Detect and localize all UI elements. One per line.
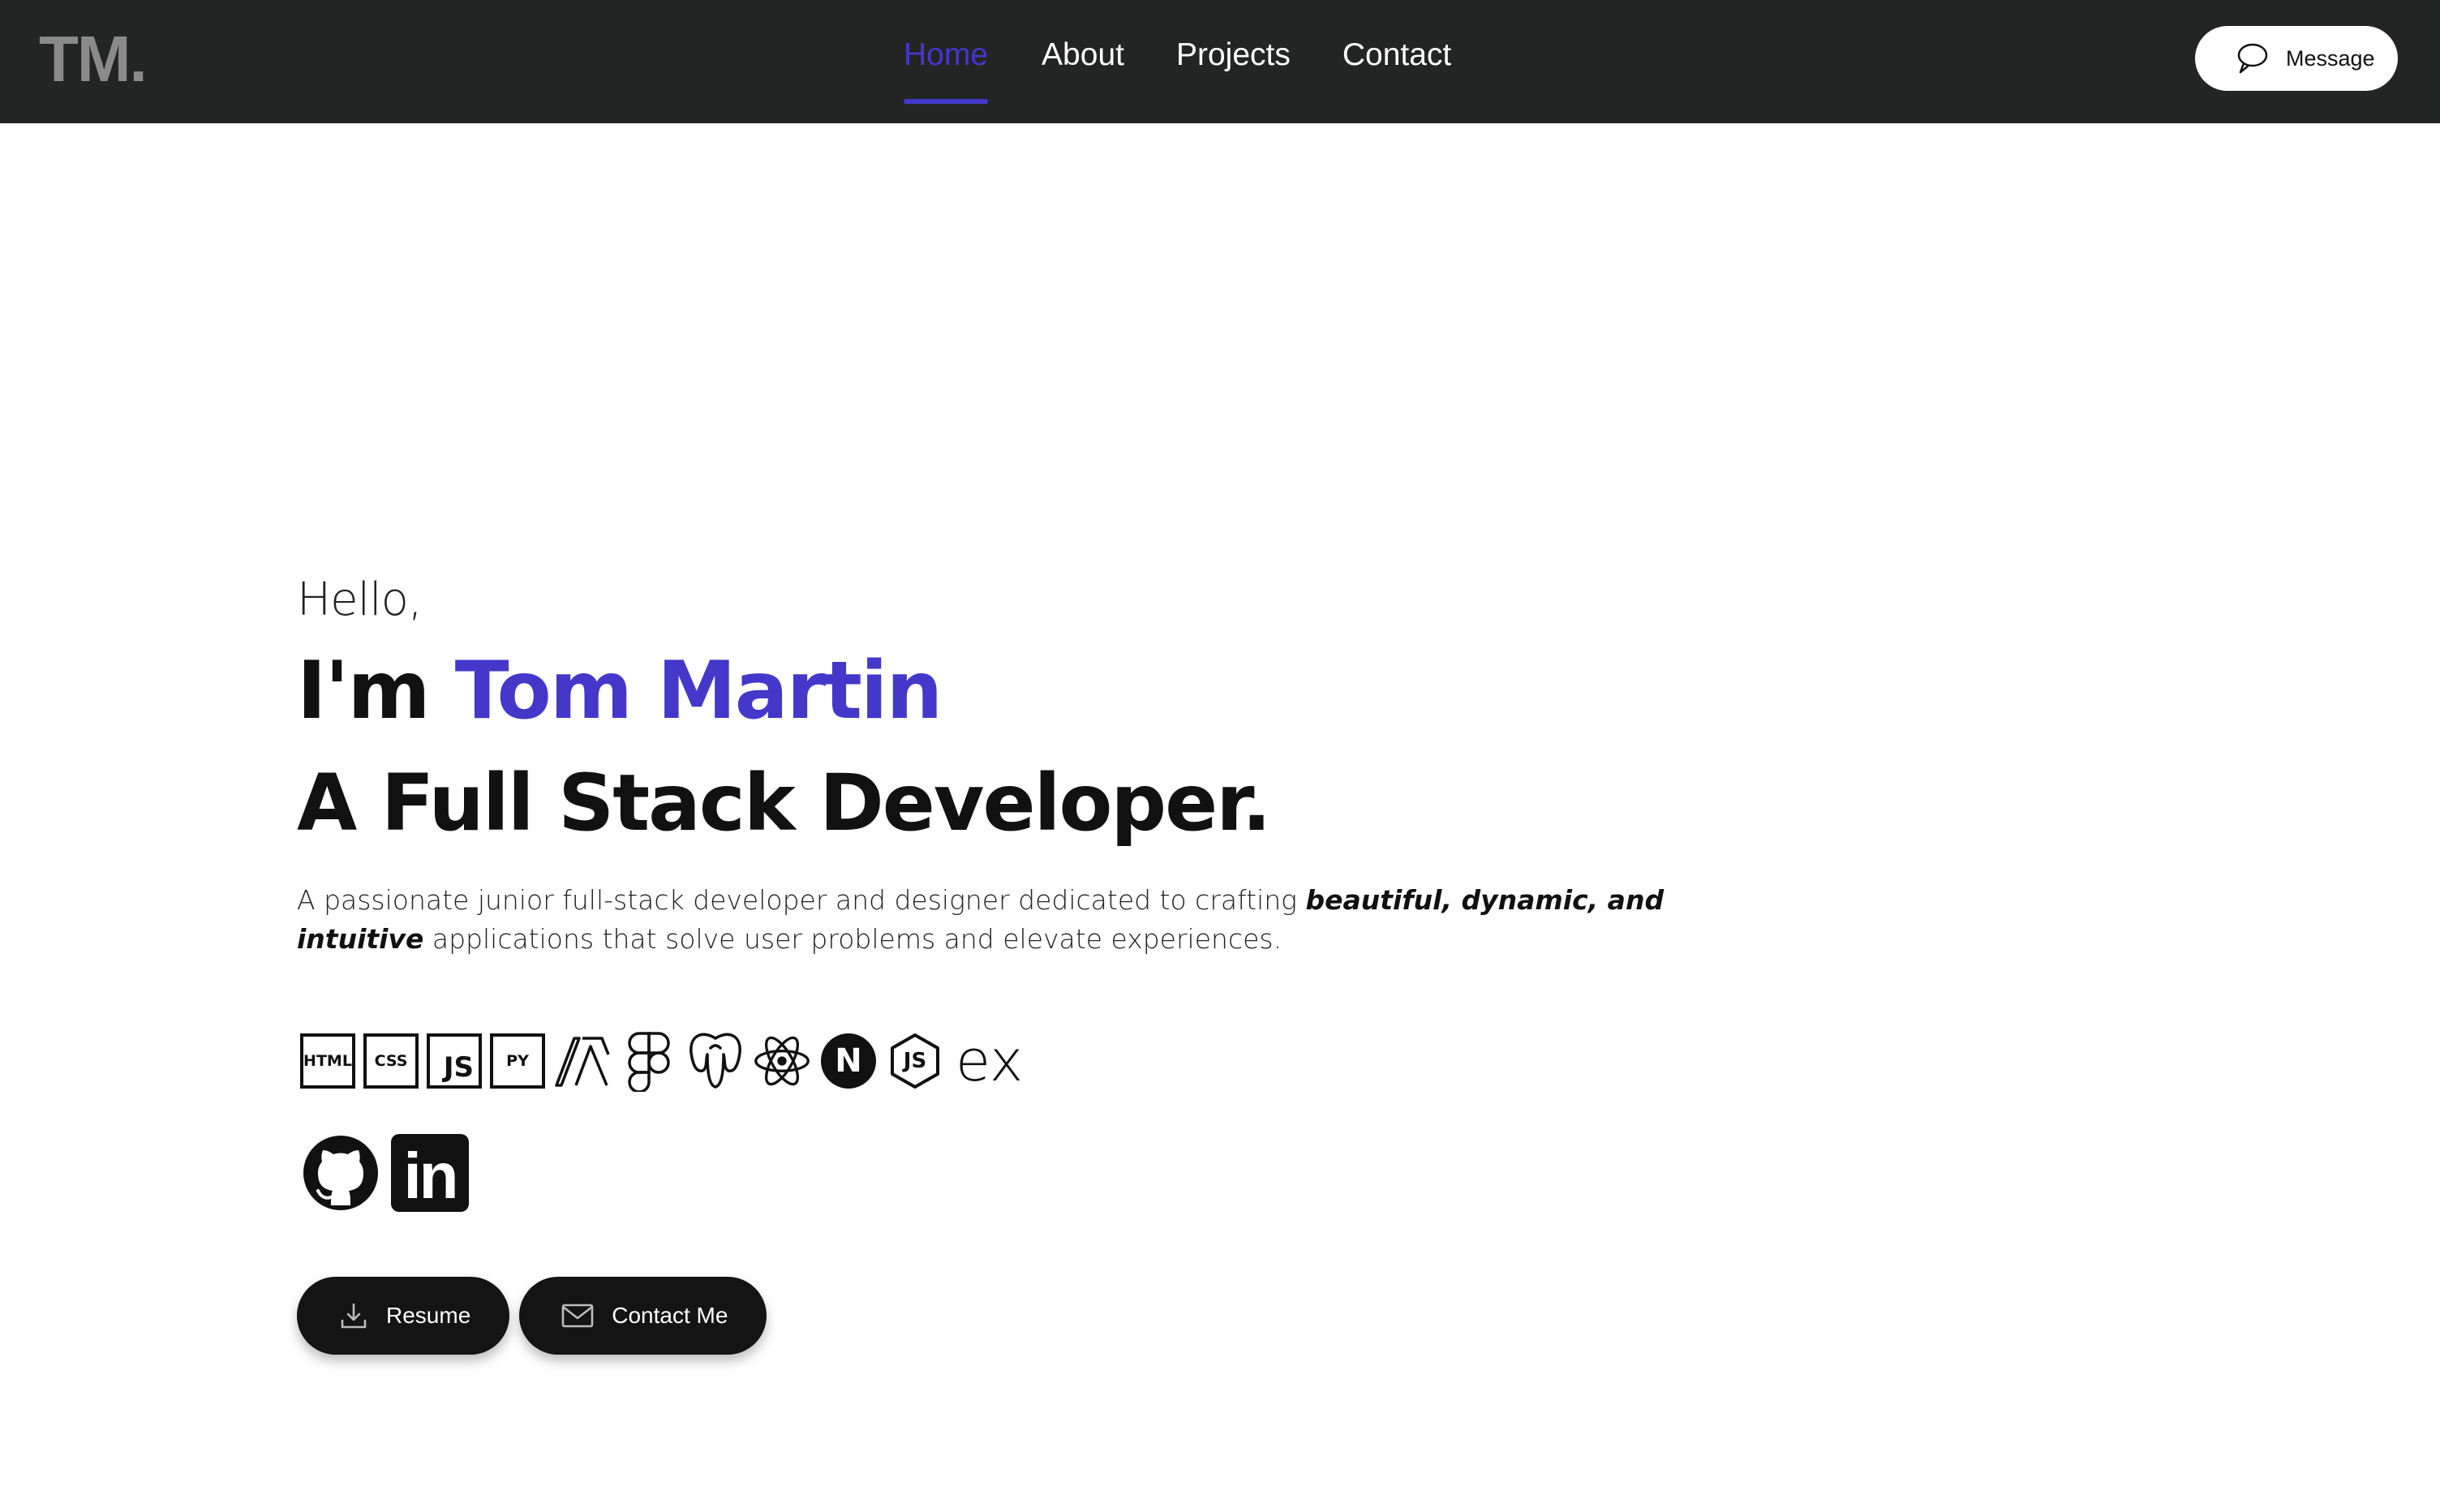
speech-bubble-icon: [2237, 43, 2268, 74]
main-nav: Home About Projects Contact: [904, 31, 1451, 104]
nav-home[interactable]: Home: [904, 31, 989, 104]
description-start: A passionate junior full-stack developer…: [297, 884, 1306, 916]
nodejs-icon: JS: [886, 1032, 944, 1090]
python-icon-text: PY: [506, 1052, 529, 1070]
message-button[interactable]: Message: [2195, 26, 2398, 91]
github-icon[interactable]: [302, 1134, 380, 1212]
intro-prefix: I'm: [297, 645, 455, 737]
download-icon: [341, 1303, 367, 1329]
nav-contact[interactable]: Contact: [1342, 31, 1451, 96]
contact-me-button-label: Contact Me: [612, 1303, 728, 1328]
intro-name: Tom Martin: [454, 645, 943, 737]
greeting-text: Hello,: [297, 573, 423, 626]
css-icon-text: CSS: [374, 1052, 408, 1070]
top-navbar: TM. Home About Projects Contact Message: [0, 0, 2440, 123]
nextjs-icon: N: [819, 1032, 878, 1090]
nodejs-icon-text: JS: [903, 1049, 927, 1073]
angular-icon: [553, 1032, 612, 1090]
react-icon: [753, 1032, 811, 1090]
python-icon: PY: [490, 1033, 545, 1089]
nextjs-icon-text: N: [835, 1042, 862, 1080]
description-end: applications that solve user problems an…: [423, 923, 1282, 955]
postgresql-icon: [686, 1032, 745, 1090]
contact-me-button[interactable]: Contact Me: [519, 1277, 767, 1355]
tech-stack-row: HTML CSS JS PY N JS ex: [300, 1028, 1024, 1094]
javascript-icon: JS: [427, 1033, 482, 1089]
intro-heading: I'm Tom Martin: [297, 644, 1757, 738]
cta-buttons: Resume Contact Me: [297, 1277, 767, 1355]
resume-button[interactable]: Resume: [297, 1277, 510, 1355]
nav-projects[interactable]: Projects: [1176, 31, 1291, 96]
javascript-icon-text: JS: [443, 1051, 474, 1084]
role-heading: A Full Stack Developer.: [297, 758, 1271, 848]
linkedin-icon-text: in: [403, 1140, 458, 1212]
mail-icon: [561, 1304, 594, 1328]
linkedin-icon[interactable]: in: [391, 1134, 469, 1212]
html-icon-text: HTML: [303, 1052, 352, 1070]
css-icon: CSS: [363, 1033, 419, 1089]
resume-button-label: Resume: [386, 1303, 471, 1328]
express-icon: ex: [956, 1028, 1024, 1094]
site-logo[interactable]: TM.: [39, 23, 148, 96]
social-links: in: [302, 1134, 469, 1212]
hero-section: Hello, I'm Tom Martin A Full Stack Devel…: [297, 568, 1757, 959]
figma-icon: [620, 1032, 678, 1092]
message-button-label: Message: [2286, 45, 2375, 71]
html-icon: HTML: [300, 1033, 355, 1089]
hero-description: A passionate junior full-stack developer…: [297, 881, 1725, 959]
nav-about[interactable]: About: [1042, 31, 1124, 96]
